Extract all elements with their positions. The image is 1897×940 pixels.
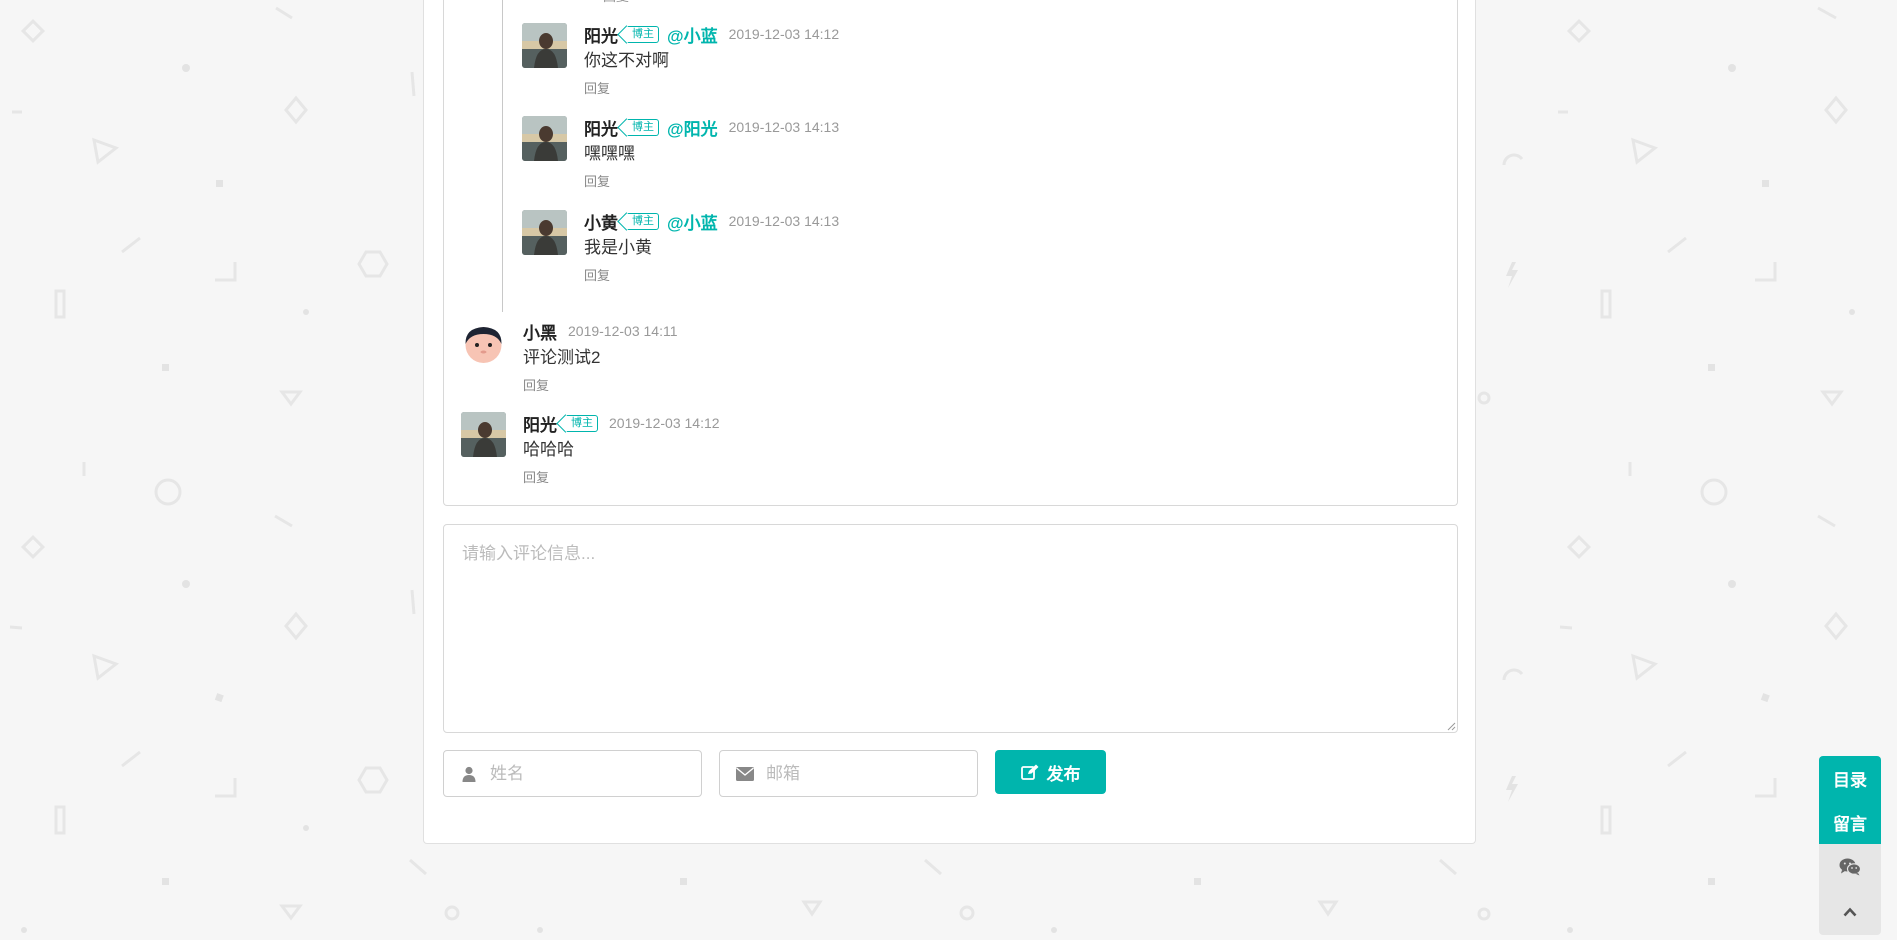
comment-time: 2019-12-03 14:12 xyxy=(609,415,720,431)
submit-button[interactable]: 发布 xyxy=(995,750,1106,794)
reply-link[interactable]: 回复 xyxy=(523,375,678,394)
commenter-name[interactable]: 阳光 xyxy=(523,411,557,436)
comment-time: 2019-12-03 14:12 xyxy=(728,26,840,42)
name-input[interactable] xyxy=(490,763,690,784)
commenter-name[interactable]: 阳光 xyxy=(584,22,618,47)
back-to-top-button[interactable] xyxy=(1819,889,1881,935)
comment-time: 2019-12-03 14:13 xyxy=(728,119,840,135)
email-input[interactable] xyxy=(766,763,966,784)
reply-link[interactable]: 回复 xyxy=(603,0,629,5)
comment-text: 嘿嘿嘿 xyxy=(584,144,635,163)
blogger-badge: 博主 xyxy=(627,212,659,230)
avatar[interactable] xyxy=(522,116,567,161)
comment-time: 2019-12-03 14:13 xyxy=(728,213,840,229)
avatar[interactable] xyxy=(461,320,506,365)
avatar[interactable] xyxy=(522,210,567,255)
comment-time: 2019-12-03 14:11 xyxy=(568,323,678,339)
avatar[interactable] xyxy=(522,23,567,68)
reply-link[interactable]: 回复 xyxy=(584,265,839,284)
blogger-badge: 博主 xyxy=(627,25,659,43)
floating-toolbar: 目录 留言 xyxy=(1819,756,1881,935)
comment-input[interactable] xyxy=(443,524,1458,733)
comment-section: 回复 阳光 博主 @小蓝 2019-12-03 14:12 xyxy=(423,0,1476,844)
blogger-badge: 博主 xyxy=(566,414,598,432)
wechat-button[interactable] xyxy=(1819,844,1881,889)
email-field[interactable] xyxy=(719,750,978,797)
comment-list: 回复 阳光 博主 @小蓝 2019-12-03 14:12 xyxy=(443,0,1458,506)
mention-link[interactable]: @小蓝 xyxy=(667,22,718,47)
comment-text: 你这不对啊 xyxy=(584,51,669,70)
resize-handle-icon[interactable] xyxy=(1447,722,1456,731)
reply-link[interactable]: 回复 xyxy=(584,78,839,97)
thread-line xyxy=(502,0,503,312)
edit-icon xyxy=(1020,764,1038,780)
toc-button[interactable]: 目录 xyxy=(1819,756,1881,800)
comment-text: 我是小黄 xyxy=(584,238,652,257)
commenter-name[interactable]: 小黑 xyxy=(523,319,557,344)
blogger-badge: 博主 xyxy=(627,118,659,136)
submit-label: 发布 xyxy=(1046,764,1081,784)
avatar[interactable] xyxy=(461,412,506,457)
commenter-name[interactable]: 阳光 xyxy=(584,115,618,140)
comment-text: 哈哈哈 xyxy=(523,440,574,459)
reply-link[interactable]: 回复 xyxy=(584,171,839,190)
message-button[interactable]: 留言 xyxy=(1819,800,1881,844)
reply-link[interactable]: 回复 xyxy=(523,467,720,486)
wechat-icon xyxy=(1839,858,1861,875)
mention-link[interactable]: @小蓝 xyxy=(667,209,718,234)
comment-text: 评论测试2 xyxy=(523,348,601,367)
chevron-up-icon xyxy=(1843,907,1857,917)
envelope-icon xyxy=(736,765,754,783)
commenter-name[interactable]: 小黄 xyxy=(584,209,618,234)
user-icon xyxy=(460,765,478,783)
mention-link[interactable]: @阳光 xyxy=(667,115,718,140)
name-field[interactable] xyxy=(443,750,702,797)
